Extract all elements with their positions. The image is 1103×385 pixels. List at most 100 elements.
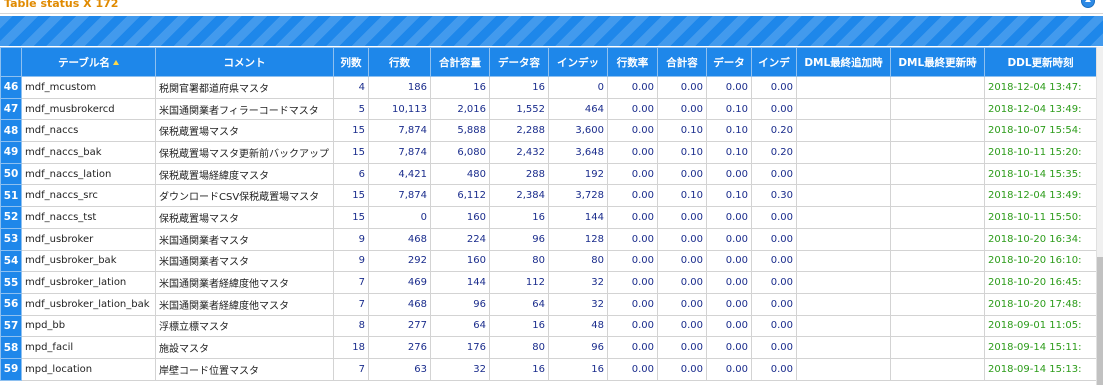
ddl-update-time-cell: 2018-10-20 16:34: <box>984 227 1096 251</box>
dml-insert-time-cell <box>796 357 891 381</box>
dml-update-time-cell <box>890 206 985 229</box>
col-header-index-size[interactable]: インデッ <box>548 47 608 77</box>
total-size-cell: 32 <box>430 357 490 381</box>
col-header-index <box>0 47 22 77</box>
data-size-cell: 16 <box>489 206 549 229</box>
column-count-cell: 15 <box>333 119 369 143</box>
col-header-comment[interactable]: コメント <box>155 47 334 77</box>
data-rate-cell: 0.00 <box>706 314 752 338</box>
col-header-data-rate[interactable]: データ <box>706 47 752 77</box>
row-index-cell: 49 <box>0 141 22 164</box>
ddl-update-time-cell: 2018-10-20 16:10: <box>984 249 1096 273</box>
col-header-total-rate[interactable]: 合計容 <box>657 47 707 77</box>
col-header-dml-update-time[interactable]: DML最終更新時 <box>890 47 985 77</box>
column-count-cell: 8 <box>333 314 369 338</box>
table-row[interactable]: 58 mpd_facil 施設マスタ 18 276 176 80 96 0.00 0.00 0.00… <box>0 336 1096 359</box>
table-row[interactable]: 52 mdf_naccs_tst 保税蔵置場マスタ 15 0 160 16 144 0.00 0.… <box>0 206 1096 229</box>
data-size-cell: 2,384 <box>489 184 549 208</box>
col-header-row-rate[interactable]: 行数率 <box>607 47 658 77</box>
index-size-cell: 464 <box>548 97 608 121</box>
comment-cell: 岸壁コード位置マスタ <box>155 357 334 381</box>
table-row[interactable]: 51 mdf_naccs_src ダウンロードCSV保税蔵置場マスタ 15 7,874 6… <box>0 184 1096 208</box>
scrollbar-thumb[interactable] <box>1097 257 1103 385</box>
dml-insert-time-cell <box>796 227 891 251</box>
row-rate-cell: 0.00 <box>607 314 658 338</box>
total-size-cell: 5,888 <box>430 119 490 143</box>
dml-update-time-cell <box>890 97 985 121</box>
table-row[interactable]: 54 mdf_usbroker_bak 米国通関業者マスタ 9 292 160 80 80 0.… <box>0 249 1096 273</box>
index-rate-cell: 0.00 <box>751 97 797 121</box>
column-count-cell: 7 <box>333 357 369 381</box>
data-size-cell: 16 <box>489 314 549 338</box>
col-header-data-size[interactable]: データ容 <box>489 47 549 77</box>
row-index-cell: 51 <box>0 184 22 208</box>
col-header-rows[interactable]: 行数 <box>368 47 431 77</box>
index-size-cell: 128 <box>548 227 608 251</box>
dml-insert-time-cell <box>796 336 891 359</box>
ddl-update-time-cell: 2018-09-01 11:05: <box>984 314 1096 338</box>
ddl-update-time-cell: 2018-09-14 15:13: <box>984 357 1096 381</box>
table-status-grid: テーブル名 コメント 列数 行数 合計容量 データ容 インデッ 行数率 合計容 … <box>0 47 1096 385</box>
col-header-total-size[interactable]: 合計容量 <box>430 47 490 77</box>
table-name-cell: mdf_mcustom <box>21 76 156 99</box>
dml-insert-time-cell <box>796 76 891 99</box>
dml-update-time-cell <box>890 292 985 316</box>
col-header-table-name[interactable]: テーブル名 <box>21 47 156 77</box>
row-count-cell: 7,874 <box>368 141 431 164</box>
table-row[interactable]: 47 mdf_musbrokercd 米国通関業者フィラーコードマスタ 5 10,113… <box>0 97 1096 121</box>
col-header-index-rate[interactable]: インデ <box>751 47 797 77</box>
table-row[interactable]: 59 mpd_location 岸壁コード位置マスタ 7 63 32 16 16 0.00 0.0… <box>0 357 1096 381</box>
table-row[interactable]: 49 mdf_naccs_bak 保税蔵置場マスタ更新前バックアップ 15 7,874 6… <box>0 141 1096 164</box>
index-rate-cell: 0.30 <box>751 184 797 208</box>
collapse-icon[interactable] <box>1081 0 1095 8</box>
sort-asc-icon[interactable] <box>112 59 119 65</box>
dml-insert-time-cell <box>796 314 891 338</box>
row-count-cell: 469 <box>368 271 431 294</box>
total-size-cell: 6,112 <box>430 184 490 208</box>
column-count-cell: 15 <box>333 141 369 164</box>
column-count-cell: 9 <box>333 249 369 273</box>
dml-insert-time-cell <box>796 119 891 143</box>
index-rate-cell: 0.00 <box>751 227 797 251</box>
col-header-ddl-update-time[interactable]: DDL更新時刻 <box>984 47 1096 77</box>
table-row[interactable]: 57 mpd_bb 浮標立標マスタ 8 277 64 16 48 0.00 0.00 0.00 0.0… <box>0 314 1096 338</box>
ddl-update-time-cell: 2018-10-11 15:20: <box>984 141 1096 164</box>
total-rate-cell: 0.10 <box>657 141 707 164</box>
table-name-cell: mdf_usbroker_lation <box>21 271 156 294</box>
row-rate-cell: 0.00 <box>607 271 658 294</box>
total-size-cell: 64 <box>430 314 490 338</box>
total-rate-cell: 0.00 <box>657 227 707 251</box>
table-row[interactable]: 50 mdf_naccs_lation 保税蔵置場経緯度マスタ 6 4,421 480 28… <box>0 162 1096 186</box>
index-size-cell: 192 <box>548 162 608 186</box>
comment-cell: 浮標立標マスタ <box>155 314 334 338</box>
index-size-cell: 32 <box>548 292 608 316</box>
total-size-cell: 160 <box>430 206 490 229</box>
index-rate-cell: 0.00 <box>751 357 797 381</box>
index-size-cell: 3,600 <box>548 119 608 143</box>
col-header-dml-insert-time[interactable]: DML最終追加時 <box>796 47 891 77</box>
column-count-cell: 5 <box>333 97 369 121</box>
index-size-cell: 3,648 <box>548 141 608 164</box>
index-size-cell: 16 <box>548 357 608 381</box>
table-row[interactable]: 55 mdf_usbroker_lation 米国通関業者経緯度他マスタ 7 469 14… <box>0 271 1096 294</box>
data-size-cell: 2,432 <box>489 141 549 164</box>
column-count-cell: 18 <box>333 336 369 359</box>
total-rate-cell: 0.00 <box>657 336 707 359</box>
table-row[interactable]: 46 mdf_mcustom 税関官署都道府県マスタ 4 186 16 16 0 0.00 0.0… <box>0 76 1096 99</box>
table-row[interactable]: 48 mdf_naccs 保税蔵置場マスタ 15 7,874 5,888 2,288 3,60… <box>0 119 1096 143</box>
total-size-cell: 144 <box>430 271 490 294</box>
data-size-cell: 16 <box>489 357 549 381</box>
col-header-columns[interactable]: 列数 <box>333 47 369 77</box>
table-row[interactable]: 56 mdf_usbroker_lation_bak 米国通関業者経緯度他マスタ 7 4… <box>0 292 1096 316</box>
vertical-scrollbar[interactable] <box>1096 47 1103 385</box>
row-count-cell: 292 <box>368 249 431 273</box>
table-name-cell: mdf_naccs <box>21 119 156 143</box>
data-rate-cell: 0.00 <box>706 162 752 186</box>
table-row[interactable]: 53 mdf_usbroker 米国通関業者マスタ 9 468 224 96 128 0.00 0… <box>0 227 1096 251</box>
dml-update-time-cell <box>890 271 985 294</box>
panel-toolbar-stripes <box>0 16 1103 46</box>
total-rate-cell: 0.00 <box>657 162 707 186</box>
total-rate-cell: 0.00 <box>657 314 707 338</box>
data-size-cell: 80 <box>489 336 549 359</box>
row-count-cell: 63 <box>368 357 431 381</box>
